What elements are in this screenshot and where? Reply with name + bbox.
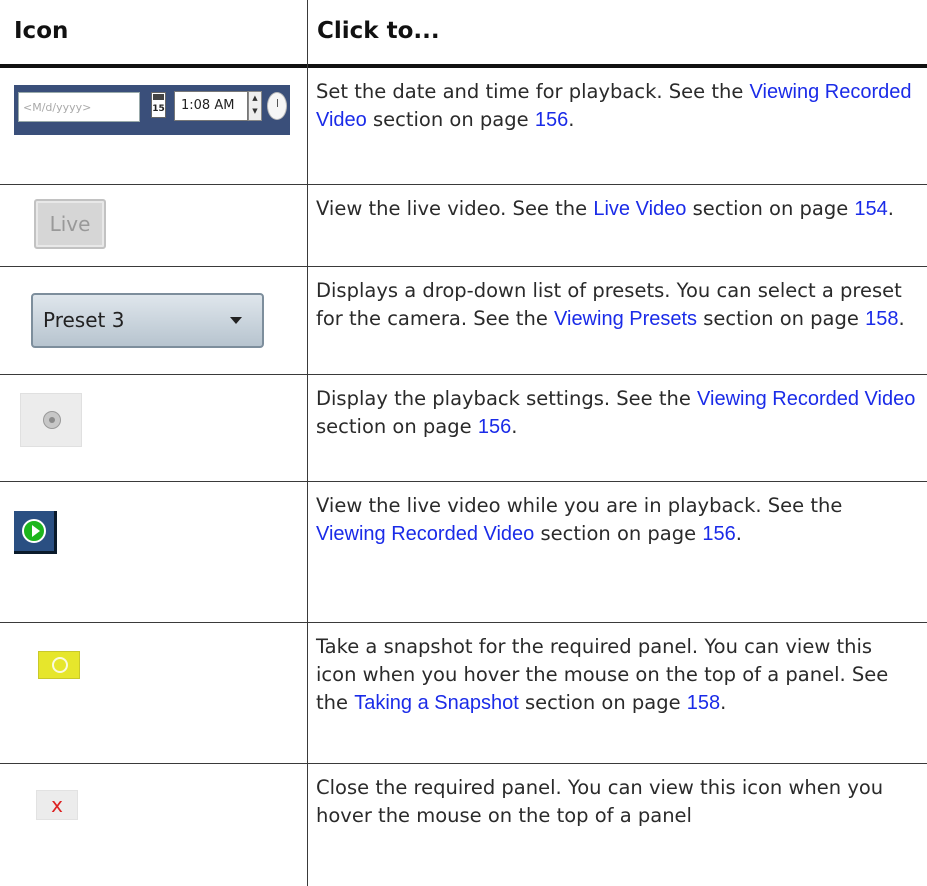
play-icon[interactable] xyxy=(14,511,57,554)
row-description: View the live video while you are in pla… xyxy=(316,494,843,545)
row-description: Displays a drop-down list of presets. Yo… xyxy=(316,279,905,330)
date-time-control: <M/d/yyyy> 15 1:08 AM ▲ ▼ xyxy=(14,85,290,135)
time-spinner[interactable]: ▲ ▼ xyxy=(248,91,262,121)
table-row: Take a snapshot for the required panel. … xyxy=(0,623,927,764)
table-row: Preset 3 Displays a drop-down list of pr… xyxy=(0,267,927,375)
preset-selected-value: Preset 3 xyxy=(43,308,125,332)
link-live-video[interactable]: Live Video xyxy=(593,198,686,220)
page-link[interactable]: 154 xyxy=(854,198,887,220)
row-description: Take a snapshot for the required panel. … xyxy=(316,635,889,714)
link-viewing-recorded-video[interactable]: Viewing Recorded Video xyxy=(697,388,915,410)
table-row: Live View the live video. See the Live V… xyxy=(0,185,927,267)
page-link[interactable]: 158 xyxy=(865,308,898,330)
camera-icon[interactable] xyxy=(38,651,80,679)
row-description: View the live video. See the Live Video … xyxy=(316,197,894,220)
header-icon-column: Icon xyxy=(14,18,69,44)
page-link[interactable]: 156 xyxy=(535,109,568,131)
column-divider xyxy=(307,0,308,886)
page-link[interactable]: 156 xyxy=(478,416,511,438)
page-link[interactable]: 156 xyxy=(702,523,735,545)
link-taking-a-snapshot[interactable]: Taking a Snapshot xyxy=(354,692,519,714)
clock-icon[interactable] xyxy=(267,92,287,120)
row-description: Set the date and time for playback. See … xyxy=(316,80,912,131)
table-row: View the live video while you are in pla… xyxy=(0,482,927,623)
row-description: Close the required panel. You can view t… xyxy=(316,776,884,827)
close-icon[interactable]: x xyxy=(36,790,78,820)
row-description: Display the playback settings. See the V… xyxy=(316,387,916,438)
chevron-down-icon xyxy=(230,317,242,324)
time-input[interactable]: 1:08 AM xyxy=(174,91,248,121)
table-row: Display the playback settings. See the V… xyxy=(0,375,927,482)
header-click-column: Click to... xyxy=(317,18,440,44)
link-viewing-recorded-video[interactable]: Viewing Recorded Video xyxy=(316,523,534,545)
preset-dropdown[interactable]: Preset 3 xyxy=(31,293,264,348)
table-header: Icon Click to... xyxy=(0,0,927,66)
page-link[interactable]: 158 xyxy=(687,692,720,714)
calendar-icon[interactable]: 15 xyxy=(151,92,166,118)
table-row: x Close the required panel. You can view… xyxy=(0,764,927,886)
date-input[interactable]: <M/d/yyyy> xyxy=(18,92,140,122)
table-row: <M/d/yyyy> 15 1:08 AM ▲ ▼ Set the date an… xyxy=(0,68,927,185)
live-button[interactable]: Live xyxy=(34,199,106,249)
playback-settings-icon[interactable] xyxy=(20,393,82,447)
link-viewing-presets[interactable]: Viewing Presets xyxy=(554,308,697,330)
